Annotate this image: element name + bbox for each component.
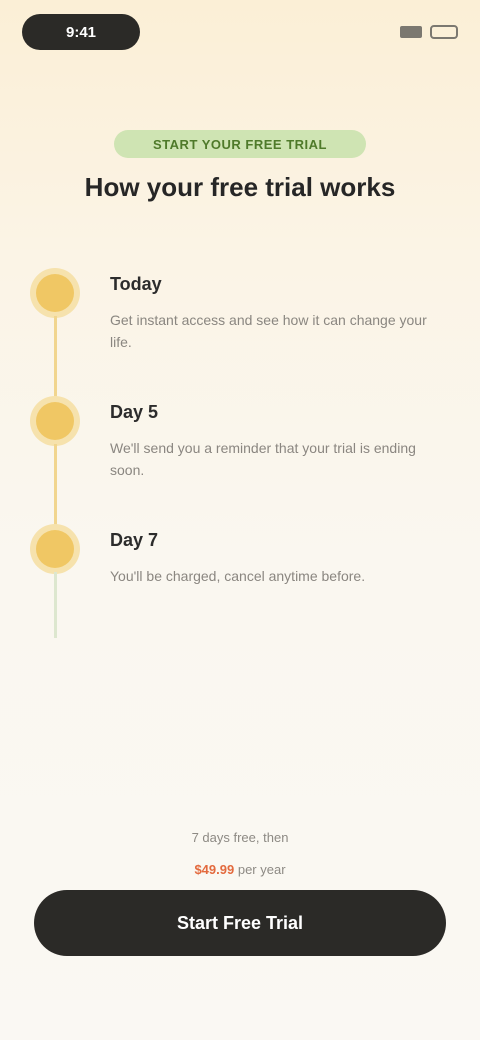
step-description: We'll send you a reminder that your tria… <box>110 440 416 478</box>
signal-icon <box>400 26 422 38</box>
status-bar: 9:41 <box>22 14 458 50</box>
timeline-connector <box>54 444 57 526</box>
step-dot-icon <box>36 530 74 568</box>
step-title: Day 7 <box>110 530 159 550</box>
step-title: Today <box>110 274 162 294</box>
trial-timeline: Today Get instant access and see how it … <box>28 266 448 650</box>
page-title: How your free trial works <box>84 172 396 202</box>
trial-badge: START YOUR FREE TRIAL <box>114 130 366 158</box>
step-dot-icon <box>36 402 74 440</box>
step-description: You'll be charged, cancel anytime before… <box>110 568 366 584</box>
status-time: 9:41 <box>22 14 140 50</box>
timeline-step: Day 7 You'll be charged, cancel anytime … <box>28 522 448 650</box>
start-trial-button[interactable]: Start Free Trial <box>34 890 446 956</box>
step-description: Get instant access and see how it can ch… <box>110 312 427 350</box>
timeline-step: Today Get instant access and see how it … <box>28 266 448 398</box>
timeline-connector <box>54 316 57 398</box>
pricing-prefix: 7 days free, then <box>191 830 289 845</box>
timeline-step: Day 5 We'll send you a reminder that you… <box>28 394 448 526</box>
status-icons <box>400 25 458 39</box>
step-dot-icon <box>36 274 74 312</box>
pricing-suffix: per year <box>237 862 286 877</box>
step-title: Day 5 <box>110 402 159 422</box>
battery-icon <box>430 25 458 39</box>
price-value: $49.99 <box>194 862 235 877</box>
pricing-note: 7 days free, then $49.99 per year <box>40 822 440 886</box>
timeline-connector <box>54 572 57 638</box>
